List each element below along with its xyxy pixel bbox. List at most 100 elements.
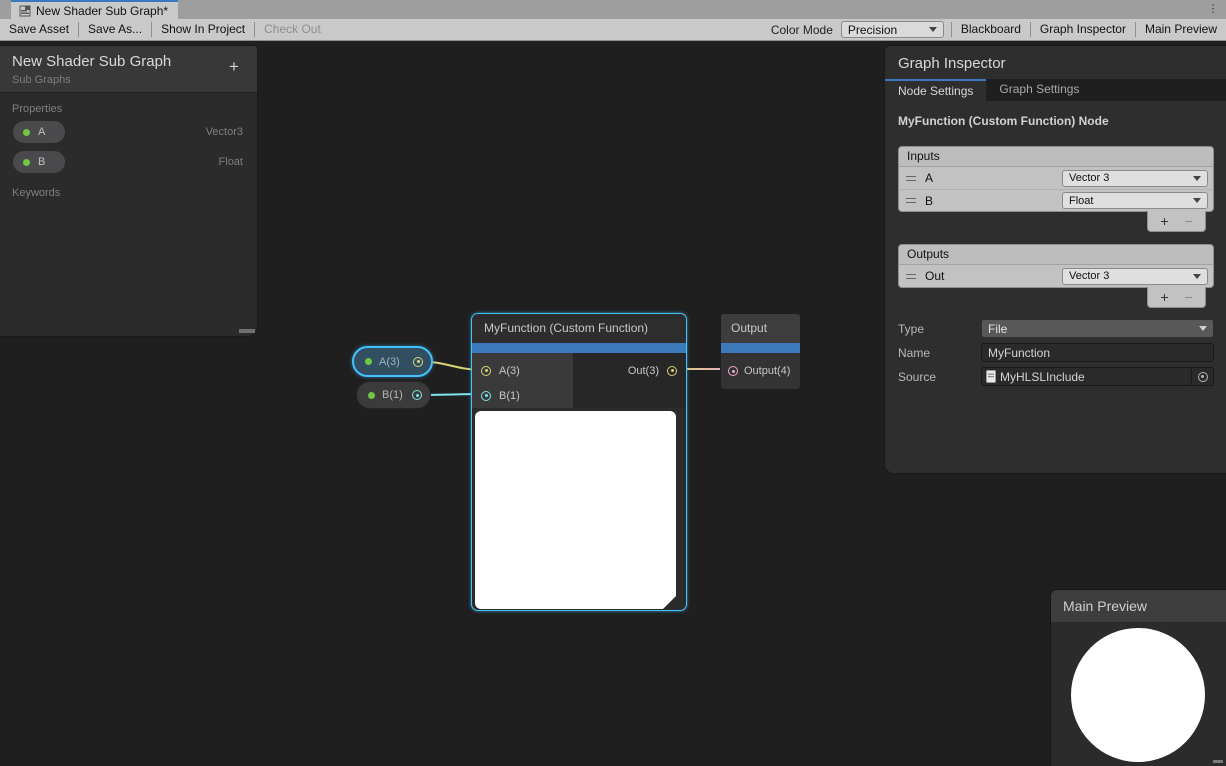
add-property-button[interactable]: +	[225, 58, 243, 76]
output-node-title: Output	[721, 314, 800, 343]
output-port-out-label: Out(3)	[628, 365, 659, 377]
shader-graph-window: New Shader Sub Graph* ⋮ Save Asset Save …	[0, 0, 1226, 766]
name-field: Name	[898, 343, 1214, 362]
outputs-row-out[interactable]: Out Vector 3	[899, 265, 1213, 287]
shader-graph-icon	[19, 5, 31, 17]
outputs-row-out-type-value: Vector 3	[1069, 270, 1193, 282]
main-preview-toggle-button[interactable]: Main Preview	[1136, 19, 1226, 41]
tab-graph-settings[interactable]: Graph Settings	[986, 79, 1092, 101]
tab-shader-sub-graph[interactable]: New Shader Sub Graph*	[11, 0, 178, 19]
source-object-field[interactable]: MyHLSLInclude	[981, 367, 1214, 386]
property-b-type: Float	[219, 156, 243, 168]
blackboard-title: New Shader Sub Graph	[12, 53, 245, 70]
custom-function-node[interactable]: MyFunction (Custom Function) A(3) B(1) O…	[471, 313, 687, 611]
property-node-b-label: B(1)	[382, 389, 405, 401]
exposed-dot-icon	[365, 358, 372, 365]
property-node-a-port[interactable]	[413, 357, 423, 367]
tab-node-settings[interactable]: Node Settings	[885, 79, 986, 101]
selected-node-header: MyFunction (Custom Function) Node	[885, 101, 1226, 128]
input-port-b[interactable]	[481, 391, 491, 401]
blackboard-resize-handle[interactable]	[239, 329, 255, 333]
source-label: Source	[898, 370, 981, 384]
source-value: MyHLSLInclude	[1000, 370, 1191, 384]
graph-inspector-toggle-button[interactable]: Graph Inspector	[1031, 19, 1135, 41]
inputs-row-a[interactable]: A Vector 3	[899, 167, 1213, 189]
outputs-row-out-type-dropdown[interactable]: Vector 3	[1062, 268, 1208, 285]
inputs-row-b[interactable]: B Float	[899, 189, 1213, 211]
source-field: Source MyHLSLInclude	[898, 367, 1214, 386]
add-output-button[interactable]: +	[1160, 289, 1168, 305]
property-pill-a[interactable]: A	[12, 120, 66, 144]
output-port-out[interactable]	[667, 366, 677, 376]
inputs-list-header: Inputs	[899, 147, 1213, 167]
blackboard-header[interactable]: New Shader Sub Graph Sub Graphs +	[0, 46, 257, 93]
blackboard-panel: New Shader Sub Graph Sub Graphs + Proper…	[0, 45, 258, 337]
tab-strip: New Shader Sub Graph* ⋮	[0, 0, 1226, 19]
chevron-down-icon	[1193, 274, 1201, 279]
main-preview-header[interactable]: Main Preview	[1051, 590, 1226, 623]
window-menu-icon[interactable]: ⋮	[1206, 1, 1220, 18]
property-row-b: B Float	[0, 147, 257, 177]
property-node-b[interactable]: B(1)	[356, 381, 431, 409]
node-input-ports: A(3) B(1)	[472, 353, 573, 408]
type-label: Type	[898, 322, 981, 336]
exposed-dot-icon	[23, 159, 30, 166]
type-dropdown[interactable]: File	[981, 319, 1214, 338]
blackboard-subtitle: Sub Graphs	[12, 74, 245, 86]
outputs-list: Outputs Out Vector 3	[898, 244, 1214, 288]
drag-handle-icon[interactable]	[906, 274, 916, 279]
add-input-button[interactable]: +	[1160, 213, 1168, 229]
node-accent-strip	[472, 343, 686, 353]
outputs-list-header: Outputs	[899, 245, 1213, 265]
input-port-a-label: A(3)	[499, 365, 520, 377]
type-field: Type File	[898, 319, 1214, 338]
property-pill-a-label: A	[38, 126, 45, 138]
outputs-row-out-name: Out	[925, 269, 1062, 283]
inputs-row-b-type-dropdown[interactable]: Float	[1062, 192, 1208, 209]
output-node-port[interactable]	[728, 366, 738, 376]
exposed-dot-icon	[368, 392, 375, 399]
chevron-down-icon	[1193, 176, 1201, 181]
input-port-b-label: B(1)	[499, 390, 520, 402]
inputs-row-a-type-value: Vector 3	[1069, 172, 1193, 184]
output-node[interactable]: Output Output(4)	[720, 313, 801, 390]
keywords-section-label: Keywords	[0, 177, 257, 201]
remove-output-button[interactable]: −	[1185, 289, 1193, 305]
drag-handle-icon[interactable]	[906, 176, 916, 181]
main-preview-panel: Main Preview	[1050, 589, 1226, 766]
custom-function-node-title: MyFunction (Custom Function)	[472, 314, 686, 343]
color-mode-dropdown[interactable]: Precision	[841, 21, 944, 38]
inputs-row-a-type-dropdown[interactable]: Vector 3	[1062, 170, 1208, 187]
node-output-ports: Out(3)	[573, 353, 686, 408]
show-in-project-button[interactable]: Show In Project	[152, 19, 254, 41]
property-node-a-label: A(3)	[379, 356, 406, 368]
inputs-row-b-name: B	[925, 194, 1062, 208]
object-picker-icon	[1198, 372, 1208, 382]
drag-handle-icon[interactable]	[906, 198, 916, 203]
input-port-a[interactable]	[481, 366, 491, 376]
check-out-button[interactable]: Check Out	[255, 19, 330, 41]
blackboard-toggle-button[interactable]: Blackboard	[952, 19, 1030, 41]
tab-title: New Shader Sub Graph*	[36, 4, 168, 18]
chevron-down-icon	[1193, 198, 1201, 203]
node-preview[interactable]	[475, 411, 676, 609]
name-input[interactable]	[981, 343, 1214, 362]
property-pill-b[interactable]: B	[12, 150, 66, 174]
remove-input-button[interactable]: −	[1185, 213, 1193, 229]
type-value: File	[988, 322, 1199, 336]
property-row-a: A Vector3	[0, 117, 257, 147]
exposed-dot-icon	[23, 129, 30, 136]
save-asset-button[interactable]: Save Asset	[0, 19, 78, 41]
color-mode-label: Color Mode	[763, 23, 841, 37]
object-picker-button[interactable]	[1191, 368, 1213, 385]
preview-collapse-handle[interactable]	[663, 596, 676, 609]
inputs-row-b-type-value: Float	[1069, 195, 1193, 207]
properties-section-label: Properties	[0, 93, 257, 117]
property-node-b-port[interactable]	[412, 390, 422, 400]
inputs-row-a-name: A	[925, 171, 1062, 185]
main-preview-resize-handle[interactable]	[1213, 760, 1223, 763]
node-accent-strip	[721, 343, 800, 353]
property-a-type: Vector3	[206, 126, 243, 138]
property-node-a[interactable]: A(3)	[352, 346, 433, 377]
save-as-button[interactable]: Save As...	[79, 19, 151, 41]
